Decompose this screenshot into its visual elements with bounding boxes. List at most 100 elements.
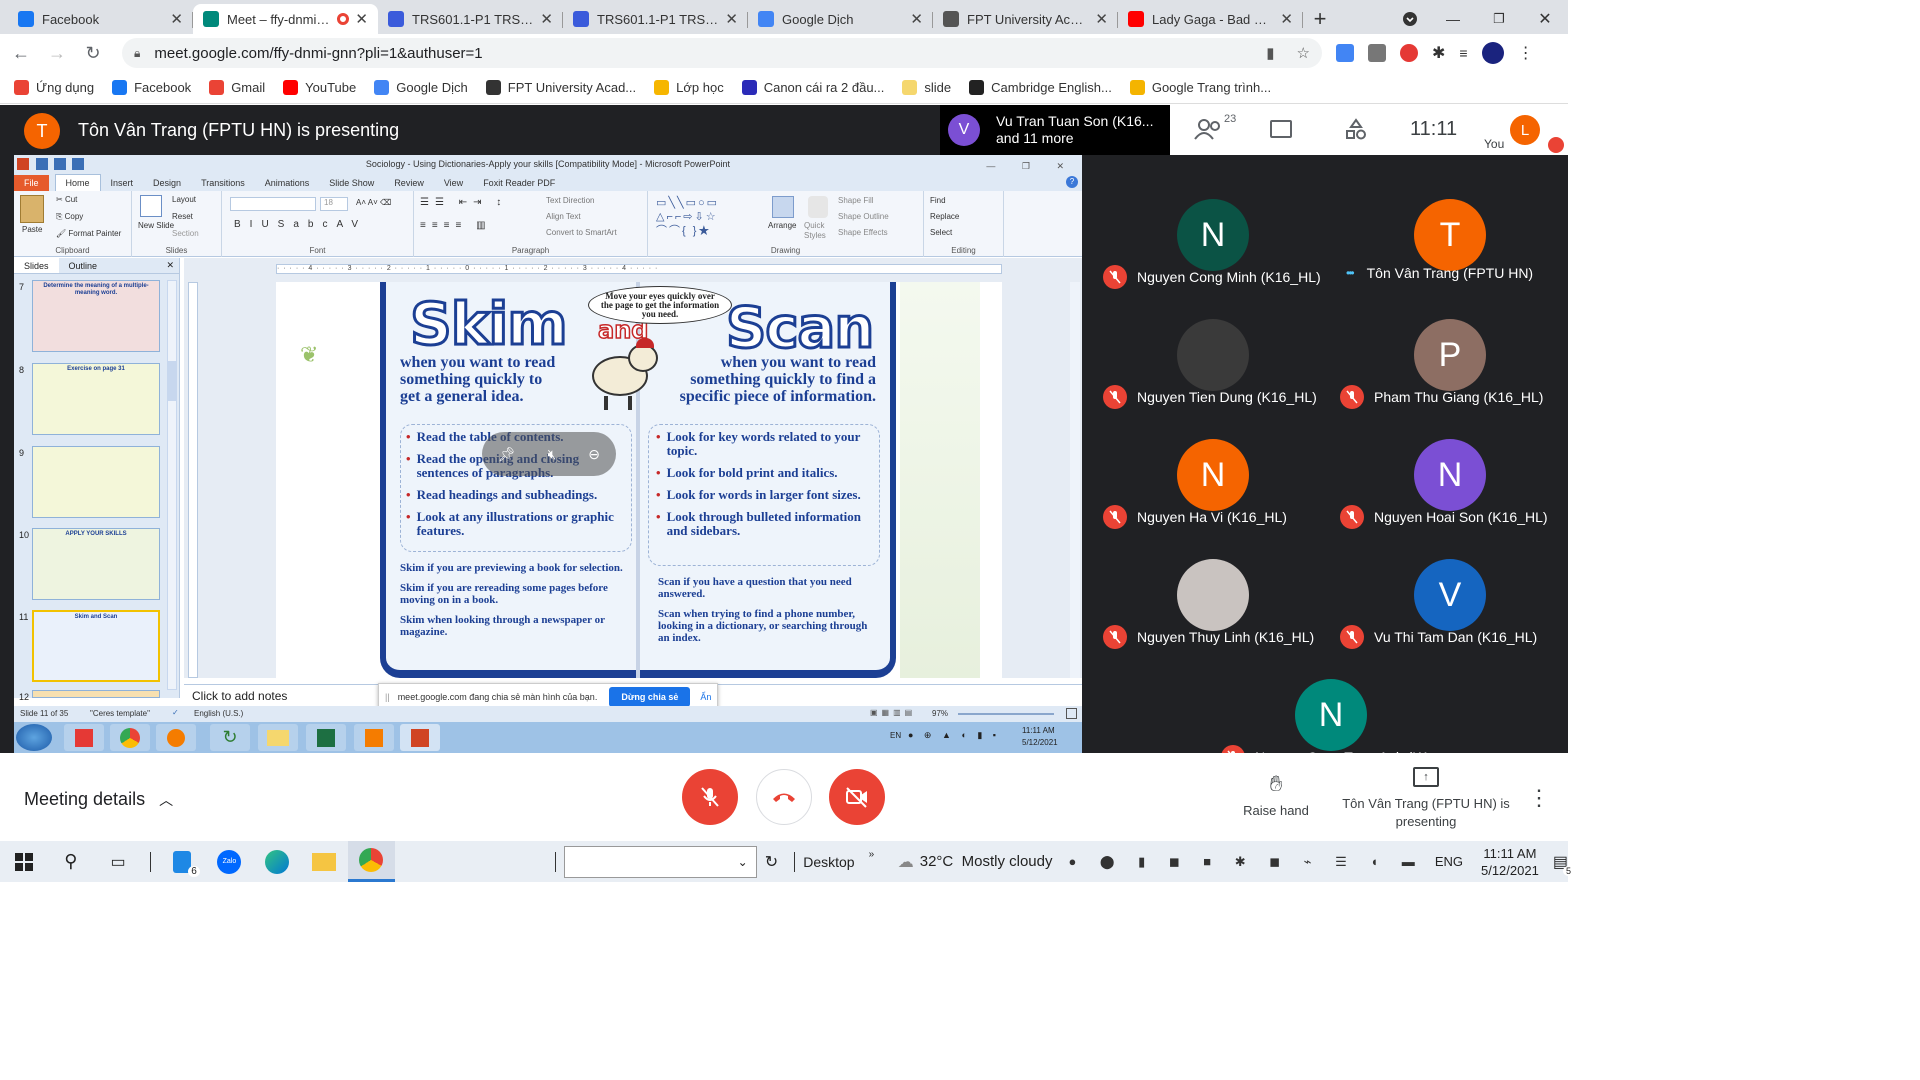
shape-effects-button[interactable]: Shape Effects [838,228,888,237]
ribbon-tab-insert[interactable]: Insert [101,175,144,191]
adblock-icon[interactable] [1400,44,1418,62]
close-tab-icon[interactable]: ✕ [1280,10,1293,28]
browser-tab[interactable]: TRS601.1-P1 TRS601 ✕ [563,4,748,34]
translate-extension-icon[interactable] [1336,44,1354,62]
participant-tile[interactable]: N Nguyen Cong Minh (K16_HL) [1095,175,1331,295]
paste-icon[interactable] [20,195,44,223]
bookmark-item[interactable]: YouTube [283,80,356,95]
bookmark-item[interactable]: Canon cái ra 2 đầu... [741,80,884,95]
presenter-hover-controls[interactable]: 📌︎ 🔇︎ ⊖ [482,432,616,476]
browser-tab[interactable]: FPT University Academ ✕ [933,4,1118,34]
activities-icon[interactable] [1345,118,1367,145]
more-options-icon[interactable]: ⋮ [1528,785,1550,811]
profile-avatar[interactable] [1481,42,1504,64]
tray-lang[interactable]: EN [890,731,901,740]
excel-icon[interactable] [306,724,346,751]
convert-smartart-button[interactable]: Convert to SmartArt [546,228,617,237]
close-tab-icon[interactable]: ✕ [725,10,738,28]
slide-thumbnail[interactable]: Exercise on page 31 [32,363,160,435]
ribbon-tab-file[interactable]: File [14,175,49,191]
pin-icon[interactable]: 📌︎ [498,446,516,463]
presentation-status-button[interactable]: ↑ Tôn Vân Trang (FPTU HN) is presenting [1340,767,1512,831]
participant-tile[interactable]: T ••• Tôn Vân Trang (FPTU HN) [1332,175,1568,295]
layout-button[interactable]: Layout [172,195,196,204]
leave-call-button[interactable] [756,769,812,825]
paste-button[interactable]: Paste [22,225,42,234]
replace-button[interactable]: Replace [930,212,959,221]
forward-arrow-icon[interactable]: → [42,38,72,68]
thumbnail-scrollbar[interactable] [167,280,177,690]
list-buttons[interactable]: ☰☰ ⇤⇥ ↕ [420,197,507,208]
ribbon-tab-review[interactable]: Review [384,175,434,191]
font-size-box[interactable]: 18 [320,197,348,211]
browser-tab[interactable]: TRS601.1-P1 TRS601 ✕ [378,4,563,34]
shape-outline-button[interactable]: Shape Outline [838,212,889,221]
spellcheck-icon[interactable]: ✓ [172,708,179,717]
browser-tab[interactable]: Meet – ffy-dnmi-gnn ✕ [193,4,378,34]
file-explorer-icon[interactable] [300,852,347,871]
close-tab-icon[interactable]: ✕ [540,10,553,28]
slide-thumbnail[interactable]: Determine the meaning of a multiple-mean… [32,280,160,352]
reset-button[interactable]: Reset [172,212,193,221]
slide-thumbnail[interactable]: APPLY YOUR SKILLS [32,528,160,600]
participant-tile[interactable]: Nguyen Tien Dung (K16_HL) [1095,295,1331,415]
toolbar-expand-icon[interactable]: » [869,849,875,860]
chrome-taskbar-icon[interactable] [110,724,150,751]
participant-tile[interactable]: P Pham Thu Giang (K16_HL) [1332,295,1568,415]
arrange-icon[interactable] [772,196,794,218]
format-painter-button[interactable]: 🖌︎ Format Painter [56,229,121,238]
bookmark-item[interactable]: FPT University Acad... [485,80,636,95]
ribbon-tab-home[interactable]: Home [54,174,101,191]
zoom-level[interactable]: 97% [932,709,948,718]
self-avatar[interactable]: L [1510,115,1540,145]
chrome-taskbar-button[interactable] [347,841,395,882]
raise-hand-button[interactable]: ✋︎ Raise hand [1236,771,1316,818]
zalo-icon[interactable]: Zalo [206,849,253,874]
bookmark-item[interactable]: Facebook [112,80,191,95]
start-orb-icon[interactable] [16,724,52,751]
bookmark-item[interactable]: Lớp học [654,80,724,95]
slide-thumbnail[interactable]: Skim and Scan [32,610,160,682]
pdf-icon[interactable] [354,724,394,751]
participant-tile[interactable]: N Nguyen Ha Vi (K16_HL) [1095,415,1331,535]
desktop-toolbar[interactable]: Desktop [803,854,854,870]
weather-text[interactable]: 32°C Mostly cloudy [920,853,1053,870]
grow-shrink-font-buttons[interactable]: A˄ A˅ ⌫ [356,198,391,207]
tray-icons[interactable]: ● ⊕ ▲ ◐ ▮ ▪ [908,730,1000,741]
view-buttons[interactable]: ▣▦▥▤ [870,708,916,717]
browser-tab[interactable]: Google Dịch ✕ [748,4,933,34]
current-slide[interactable]: ❦ Skim and Scan Move your eyes quickly o… [276,282,1002,678]
outline-tab[interactable]: Outline [59,258,108,273]
new-tab-button[interactable]: + [1303,4,1337,34]
vertical-scrollbar[interactable] [1070,282,1080,678]
people-button[interactable]: 23 [1194,113,1236,141]
stop-share-button[interactable]: Dừng chia sẻ [609,687,691,707]
section-button[interactable]: Section [172,229,199,238]
chrome-menu-icon[interactable]: ⋮ [1518,43,1534,63]
bookmark-item[interactable]: Cambridge English... [969,80,1112,95]
quick-styles-icon[interactable] [808,196,828,218]
minimize-window-button[interactable]: — [1430,4,1476,34]
search-icon[interactable]: ⚲ [47,851,94,872]
help-icon[interactable]: ? [1066,176,1078,188]
notification-center-icon[interactable]: ▤ 5 [1553,852,1574,876]
address-toolbar-input[interactable]: ⌄ [563,845,757,878]
input-language[interactable]: ENG [1435,854,1463,869]
media-player-icon[interactable] [156,724,196,751]
microphone-toggle-button[interactable] [682,769,738,825]
reload-icon[interactable]: ↻ [78,38,108,68]
slides-tab[interactable]: Slides [14,258,59,273]
weather-icon[interactable]: ☁︎ [898,852,914,872]
powerpoint-taskbar-icon[interactable] [400,724,440,751]
ribbon-tab-design[interactable]: Design [143,175,191,191]
active-speakers-chip[interactable]: V Vu Tran Tuan Son (K16... and 11 more [940,105,1170,155]
zalo-app-icon[interactable]: 6 [159,850,206,877]
chat-icon[interactable] [1270,120,1292,138]
explorer-icon[interactable] [258,724,298,751]
cut-button[interactable]: ✂ Cut [56,195,77,204]
select-button[interactable]: Select [930,228,952,237]
media-control-icon[interactable]: ≡ [1459,45,1467,61]
font-format-buttons[interactable]: BIUSabcAV [234,219,367,230]
new-slide-icon[interactable] [140,195,162,217]
close-window-button[interactable]: ✕ [1522,4,1568,34]
